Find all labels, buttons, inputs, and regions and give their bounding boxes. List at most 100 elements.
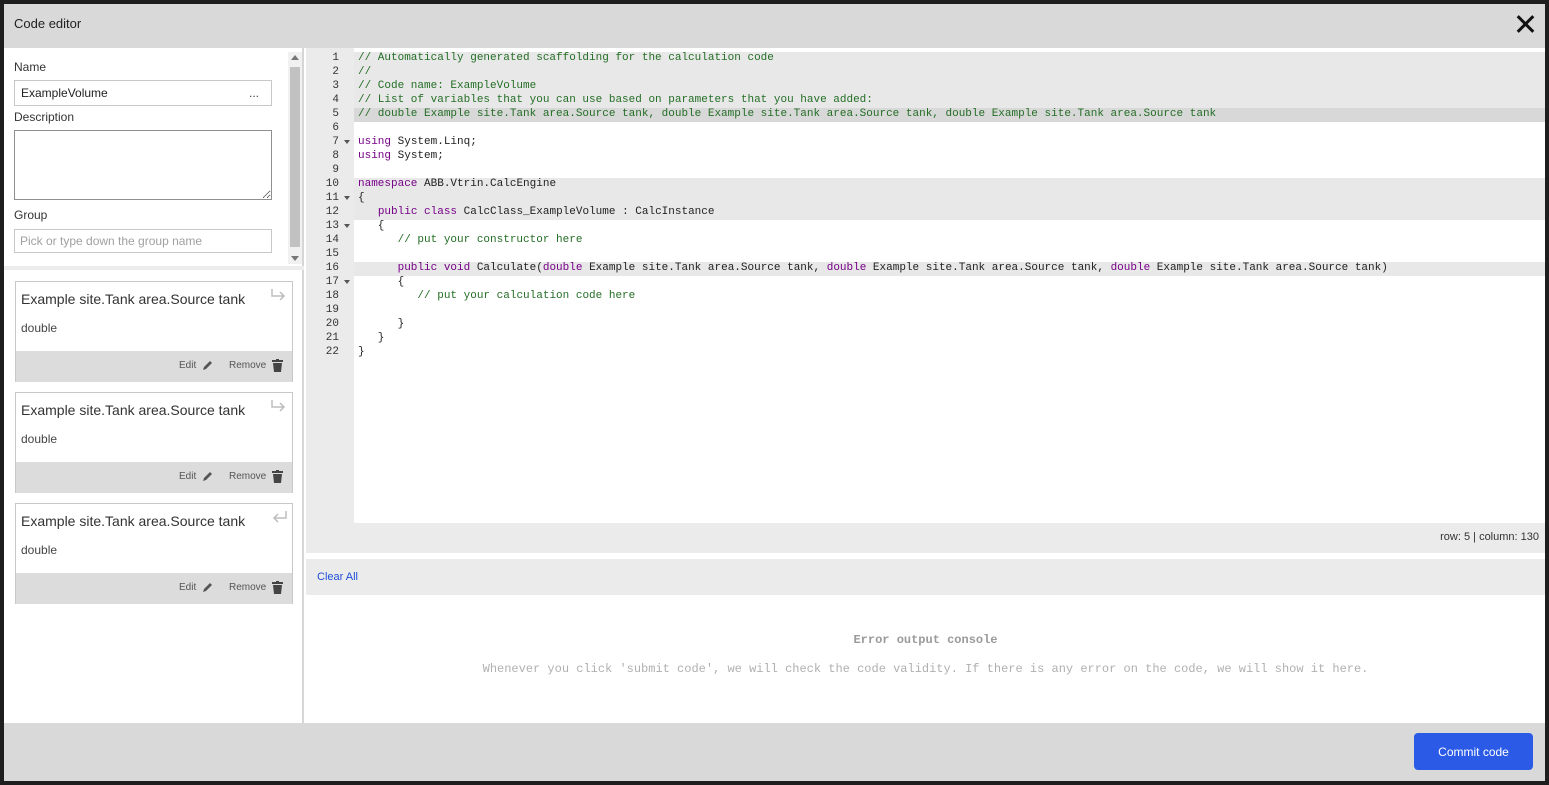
fold-toggle-icon[interactable] — [344, 196, 350, 200]
code-line[interactable]: // — [358, 65, 1549, 79]
line-number: 5 — [332, 108, 339, 120]
code-line[interactable]: } — [358, 317, 1549, 331]
left-panel: Name ... Description Group Example site.… — [4, 48, 304, 723]
line-number: 6 — [332, 122, 339, 134]
line-number: 22 — [325, 346, 339, 358]
form-scrollbar[interactable] — [288, 52, 302, 264]
parameter-card: Example site.Tank area.Source tank doubl… — [15, 281, 293, 382]
parameter-card-footer: Edit Remove — [16, 462, 292, 493]
divider — [4, 266, 304, 270]
edit-label: Edit — [179, 581, 197, 593]
code-line[interactable]: { — [358, 191, 1549, 205]
description-field[interactable] — [14, 130, 272, 200]
line-number: 1 — [332, 52, 339, 64]
output-arrow-icon — [271, 400, 286, 412]
line-number: 17 — [325, 276, 339, 288]
clear-all-button[interactable]: Clear All — [317, 571, 358, 583]
line-number: 9 — [332, 164, 339, 176]
trash-icon — [272, 359, 284, 372]
code-line[interactable]: // Code name: ExampleVolume — [358, 79, 1549, 93]
line-number: 16 — [325, 262, 339, 274]
pencil-icon — [203, 583, 213, 592]
dialog-titlebar: Code editor — [4, 4, 1545, 48]
code-line[interactable] — [358, 163, 1549, 177]
console-message: Whenever you click 'submit code', we wil… — [482, 662, 1369, 676]
fold-toggle-icon[interactable] — [344, 224, 350, 228]
code-line[interactable]: // double Example site.Tank area.Source … — [358, 107, 1549, 121]
code-line[interactable] — [358, 121, 1549, 135]
parameter-type: double — [21, 432, 58, 446]
group-label: Group — [14, 208, 48, 222]
remove-button[interactable]: Remove — [229, 581, 284, 594]
line-number: 14 — [325, 234, 339, 246]
line-number: 15 — [325, 248, 339, 260]
fold-toggle-icon[interactable] — [344, 140, 350, 144]
line-number: 2 — [332, 66, 339, 78]
dialog-footer: Commit code — [4, 723, 1545, 781]
code-line[interactable]: } — [358, 331, 1549, 345]
error-output-console: Error output console Whenever you click … — [306, 595, 1545, 723]
parameter-name: Example site.Tank area.Source tank — [21, 402, 246, 418]
edit-button[interactable]: Edit — [179, 581, 214, 593]
code-line[interactable]: using System; — [358, 149, 1549, 163]
line-number-gutter: 1 2 3 4 5 6 7 8 9 10 11 12 13 14 15 16 17 18 19 20 21 22 — [306, 48, 354, 523]
code-properties-form: Name ... Description Group — [4, 48, 304, 268]
parameter-type: double — [21, 543, 58, 557]
edit-label: Edit — [179, 470, 197, 482]
close-icon[interactable] — [1515, 14, 1535, 34]
output-arrow-icon — [271, 289, 286, 301]
editor-statusbar: row: 5 | column: 130 — [306, 523, 1545, 553]
name-more-button[interactable]: ... — [249, 86, 259, 100]
name-input[interactable] — [14, 80, 272, 106]
code-line[interactable]: // Automatically generated scaffolding f… — [358, 51, 1549, 65]
remove-button[interactable]: Remove — [229, 359, 284, 372]
code-line[interactable]: public void Calculate(double Example sit… — [358, 261, 1549, 275]
fold-toggle-icon[interactable] — [344, 280, 350, 284]
code-line[interactable] — [358, 303, 1549, 317]
code-line[interactable]: // put your calculation code here — [358, 289, 1549, 303]
code-editor[interactable]: 1 2 3 4 5 6 7 8 9 10 11 12 13 14 15 16 17 18 19 20 21 22 // A… — [306, 48, 1545, 523]
description-label: Description — [14, 110, 75, 124]
pencil-icon — [203, 361, 213, 370]
code-area[interactable]: // Automatically generated scaffolding f… — [354, 48, 1545, 523]
line-number: 20 — [325, 318, 339, 330]
line-number: 11 — [325, 192, 339, 204]
edit-button[interactable]: Edit — [179, 359, 214, 371]
console-title: Error output console — [853, 633, 998, 647]
commit-code-button[interactable]: Commit code — [1414, 733, 1533, 770]
parameter-type: double — [21, 321, 58, 335]
trash-icon — [272, 470, 284, 483]
input-arrow-icon — [272, 511, 287, 523]
scroll-down-icon[interactable] — [291, 256, 299, 261]
line-number: 13 — [325, 220, 339, 232]
edit-button[interactable]: Edit — [179, 470, 214, 482]
line-number: 10 — [325, 178, 339, 190]
code-line[interactable]: { — [358, 275, 1549, 289]
code-line[interactable]: } — [358, 345, 1549, 359]
code-line[interactable]: // List of variables that you can use ba… — [358, 93, 1549, 107]
line-number: 18 — [325, 290, 339, 302]
code-line[interactable]: using System.Linq; — [358, 135, 1549, 149]
code-line[interactable]: // put your constructor here — [358, 233, 1549, 247]
code-line[interactable] — [358, 247, 1549, 261]
code-line[interactable]: namespace ABB.Vtrin.CalcEngine — [358, 177, 1549, 191]
line-number: 3 — [332, 80, 339, 92]
code-line[interactable]: { — [358, 219, 1549, 233]
line-number: 4 — [332, 94, 339, 106]
line-number: 19 — [325, 304, 339, 316]
parameter-card-footer: Edit Remove — [16, 573, 292, 604]
edit-label: Edit — [179, 359, 197, 371]
name-label: Name — [14, 60, 47, 74]
code-line[interactable]: public class CalcClass_ExampleVolume : C… — [358, 205, 1549, 219]
line-number: 7 — [332, 136, 339, 148]
dialog-title: Code editor — [14, 16, 82, 31]
remove-label: Remove — [229, 360, 267, 371]
scroll-up-icon[interactable] — [291, 55, 299, 60]
remove-button[interactable]: Remove — [229, 470, 284, 483]
line-number: 12 — [325, 206, 339, 218]
group-input[interactable] — [14, 229, 272, 253]
parameter-card: Example site.Tank area.Source tank doubl… — [15, 503, 293, 604]
scroll-thumb[interactable] — [290, 67, 300, 247]
remove-label: Remove — [229, 582, 267, 593]
console-toolbar: Clear All — [306, 559, 1545, 595]
